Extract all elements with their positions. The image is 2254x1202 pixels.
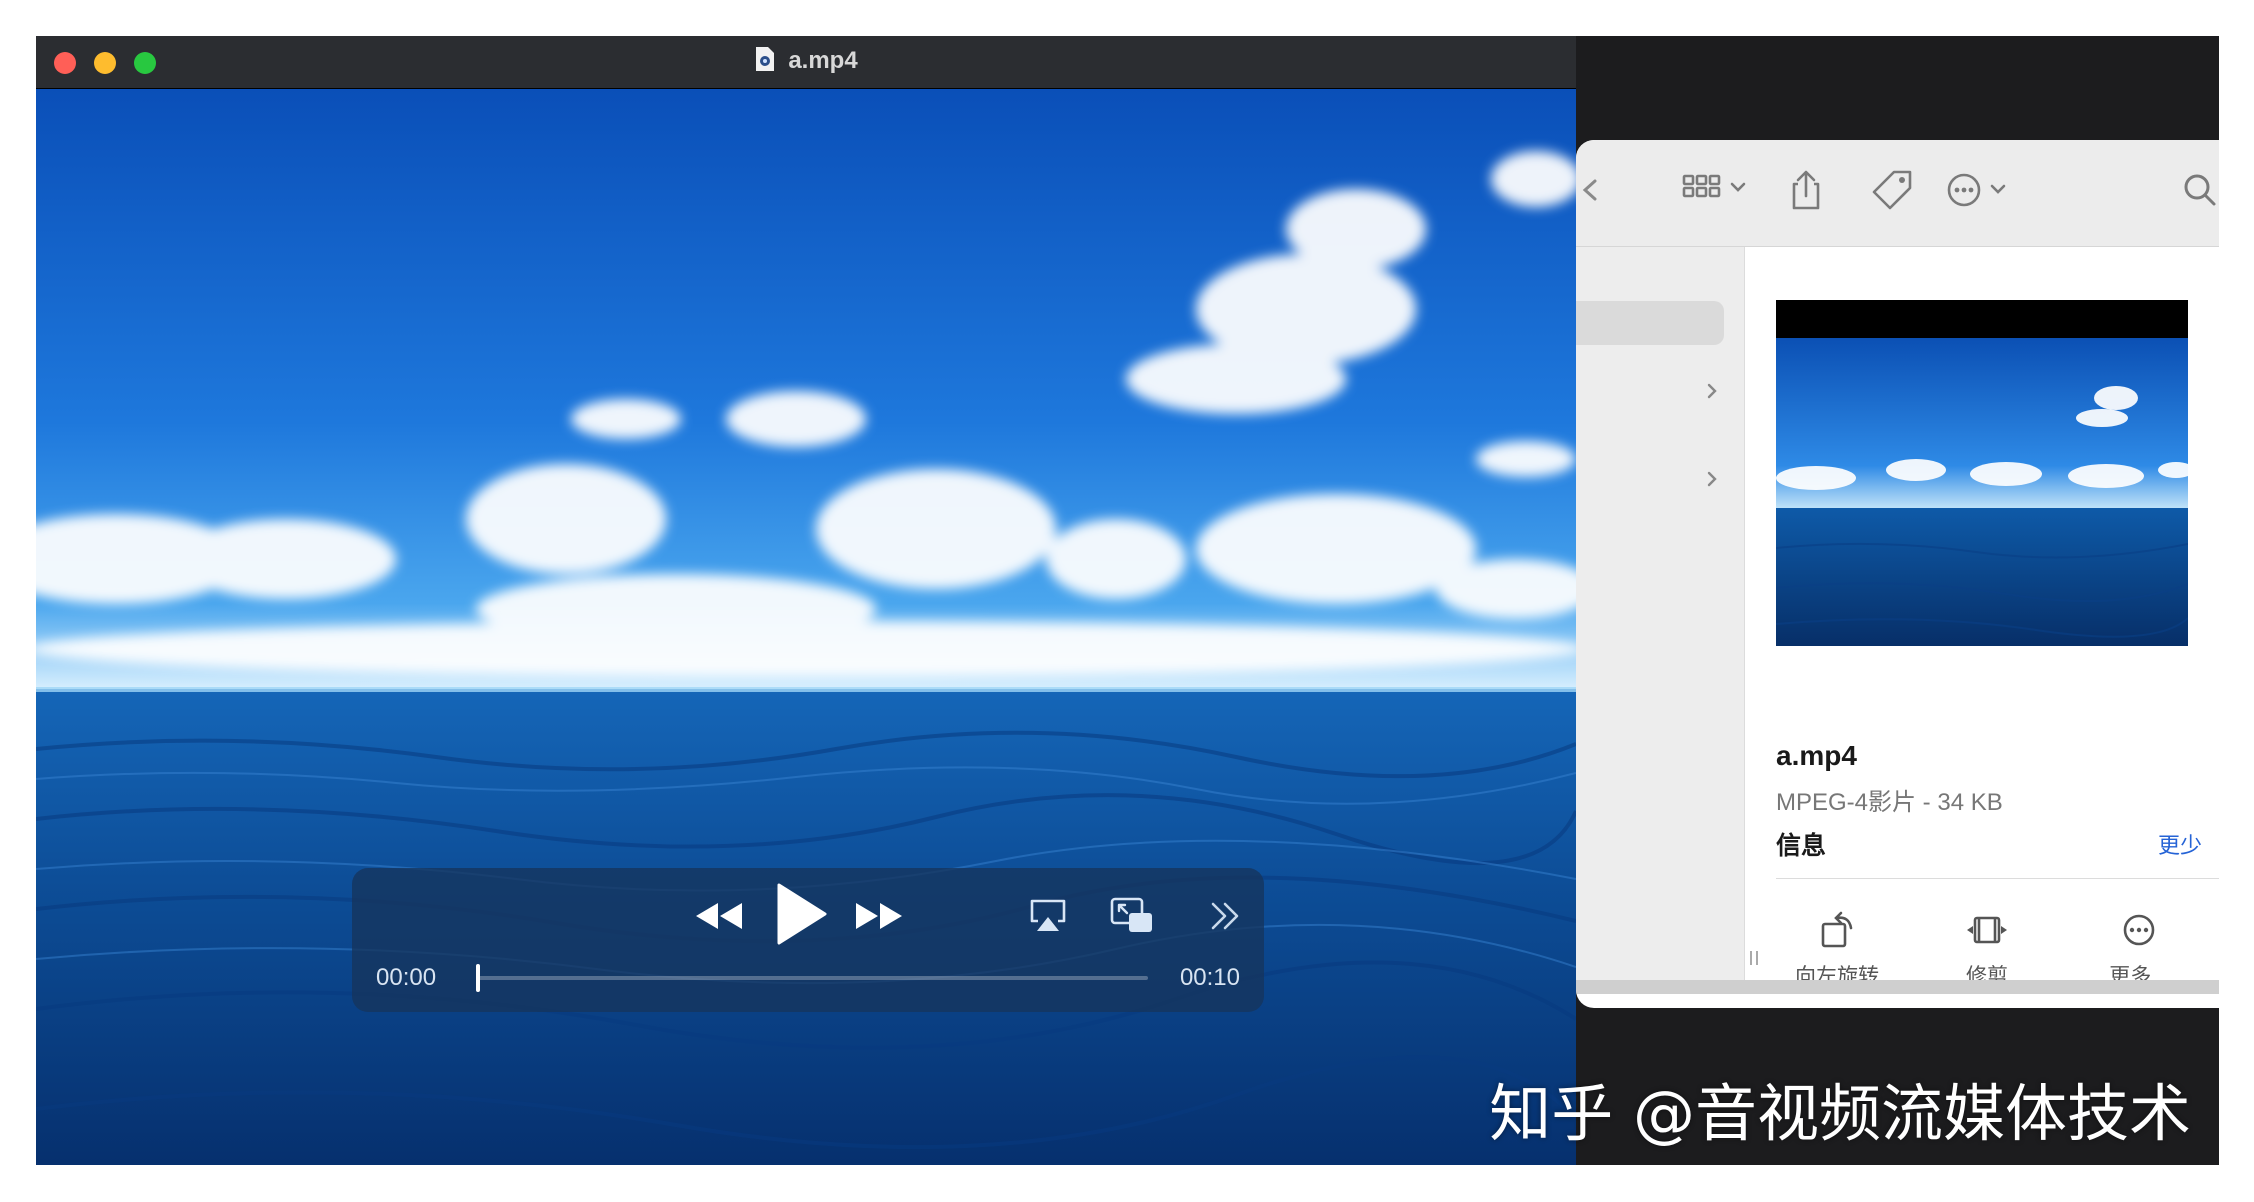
airplay-button[interactable] bbox=[1024, 892, 1072, 940]
trim-icon bbox=[1967, 916, 2007, 944]
more-options-chevron-icon[interactable] bbox=[1204, 892, 1248, 940]
fast-forward-button[interactable] bbox=[850, 890, 908, 942]
picture-in-picture-button[interactable] bbox=[1106, 890, 1158, 942]
duration-time: 00:10 bbox=[1179, 964, 1240, 991]
more-actions-button[interactable] bbox=[1944, 162, 2024, 218]
watermark-text: 知乎 @音视频流媒体技术 bbox=[1489, 1077, 2191, 1150]
current-time: 00:00 bbox=[376, 964, 437, 991]
playhead-handle[interactable] bbox=[476, 964, 480, 992]
view-mode-button[interactable] bbox=[1680, 162, 1760, 218]
thumbnail-image bbox=[1776, 338, 2188, 646]
search-icon[interactable] bbox=[2172, 162, 2219, 218]
playback-controls: 00:00 00:10 bbox=[352, 868, 1264, 1012]
play-button[interactable] bbox=[770, 878, 832, 950]
file-name: a.mp4 bbox=[1776, 740, 1857, 771]
back-chevron-icon[interactable] bbox=[1576, 162, 1618, 218]
more-icon bbox=[2123, 914, 2155, 946]
show-less-link[interactable]: 更少 bbox=[2158, 828, 2202, 860]
finder-sidebar bbox=[1576, 247, 1745, 984]
movie-document-icon bbox=[756, 47, 775, 71]
sidebar-resize-handle-icon[interactable] bbox=[1744, 948, 1764, 968]
finder-toolbar bbox=[1576, 140, 2219, 247]
file-metadata: MPEG-4影片 - 34 KB bbox=[1776, 789, 2003, 816]
window-title: a.mp4 bbox=[36, 46, 1576, 75]
rewind-icon bbox=[696, 903, 742, 929]
more-button[interactable]: 更多... bbox=[2074, 908, 2204, 990]
rewind-button[interactable] bbox=[690, 890, 748, 942]
divider bbox=[1776, 878, 2219, 879]
chevron-right-icon[interactable] bbox=[1700, 379, 1724, 403]
window-title-text: a.mp4 bbox=[788, 47, 858, 74]
airplay-icon bbox=[1030, 899, 1066, 931]
title-bar[interactable]: a.mp4 bbox=[36, 36, 1576, 89]
fast-forward-icon bbox=[856, 903, 902, 929]
desktop: a.mp4 MPEG-4影片 - 34 KB 信息 更少 向左旋转 修剪 更多.… bbox=[36, 36, 2219, 1165]
quicktime-player-window: a.mp4 00:00 00:10 bbox=[36, 36, 1576, 1165]
play-icon bbox=[777, 883, 827, 945]
share-icon[interactable] bbox=[1778, 162, 1834, 218]
picture-in-picture-icon bbox=[1110, 897, 1152, 932]
tag-icon[interactable] bbox=[1864, 162, 1920, 218]
chevron-right-icon[interactable] bbox=[1700, 467, 1724, 491]
sidebar-selected-item[interactable] bbox=[1576, 301, 1724, 345]
rotate-left-icon bbox=[1821, 911, 1853, 948]
info-heading: 信息 bbox=[1776, 832, 1827, 860]
horizontal-scrollbar[interactable] bbox=[1576, 980, 2219, 994]
trim-button[interactable]: 修剪 bbox=[1922, 908, 2052, 990]
rotate-left-button[interactable]: 向左旋转 bbox=[1772, 908, 1902, 990]
video-thumbnail bbox=[1776, 300, 2188, 646]
finder-window: a.mp4 MPEG-4影片 - 34 KB 信息 更少 向左旋转 修剪 更多.… bbox=[1576, 140, 2219, 1008]
progress-track[interactable] bbox=[478, 976, 1148, 980]
